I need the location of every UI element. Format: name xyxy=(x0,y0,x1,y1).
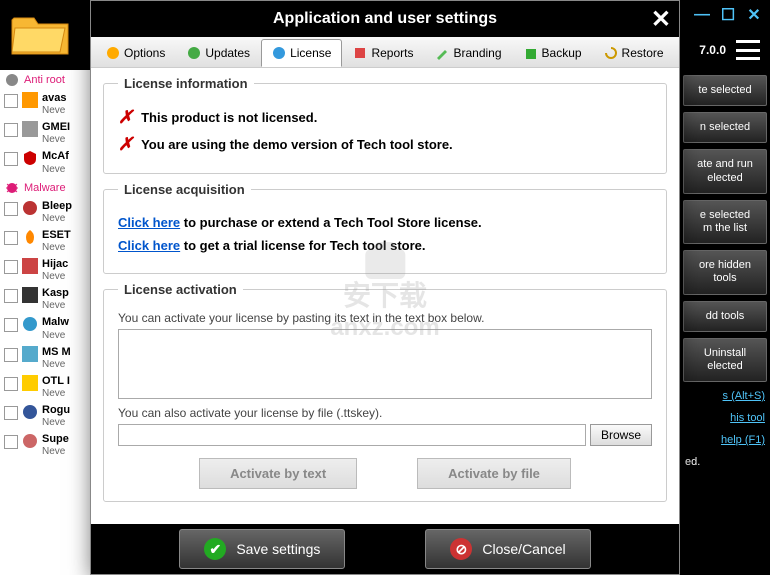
modal-title-text: Application and user settings xyxy=(273,10,497,28)
close-window-icon[interactable]: ✕ xyxy=(744,5,764,25)
modal-close-icon[interactable]: ✕ xyxy=(651,5,671,34)
tool-item-bleep[interactable]: BleepNeve xyxy=(0,198,95,227)
license-acquisition-group: License acquisition Click here to purcha… xyxy=(103,182,667,274)
tool-item-gmer[interactable]: GMEINeve xyxy=(0,119,95,148)
tool-item-hijack[interactable]: HijacNeve xyxy=(0,256,95,285)
license-act-legend: License activation xyxy=(118,282,243,297)
sidebar-right: te selected n selected ate and run elect… xyxy=(680,70,770,575)
modal-titlebar: Application and user settings ✕ xyxy=(91,1,679,37)
section-anti-root: Anti root xyxy=(0,70,95,90)
tool-item-avast[interactable]: avasNeve xyxy=(0,90,95,119)
app-logo-folder-icon xyxy=(10,8,70,58)
checkbox[interactable] xyxy=(4,318,18,332)
checkbox[interactable] xyxy=(4,123,18,137)
tool-item-rogue[interactable]: RoguNeve xyxy=(0,402,95,431)
license-info-legend: License information xyxy=(118,76,254,91)
checkbox[interactable] xyxy=(4,152,18,166)
update-selected-button[interactable]: te selected xyxy=(683,75,767,106)
tool-item-malwarebytes[interactable]: MalwNeve xyxy=(0,314,95,343)
tabbar: Options Updates License Reports Branding… xyxy=(91,37,679,68)
remove-selected-button[interactable]: e selected m the list xyxy=(683,200,767,244)
restore-hidden-button[interactable]: ore hidden tools xyxy=(683,250,767,294)
file-label: You can also activate your license by fi… xyxy=(118,406,652,420)
uninstall-selected-button[interactable]: Uninstall elected xyxy=(683,338,767,382)
status-text: ed. xyxy=(683,454,767,470)
sidebar-left: Anti root avasNeve GMEINeve McAfNeve Mal… xyxy=(0,70,95,575)
tab-license[interactable]: License xyxy=(261,39,342,67)
cancel-icon: ⊘ xyxy=(450,538,472,560)
tool-item-msm[interactable]: MS MNeve xyxy=(0,344,95,373)
activate-by-text-button[interactable]: Activate by text xyxy=(199,458,357,489)
license-information-group: License information ✗ This product is not… xyxy=(103,76,667,174)
checkbox[interactable] xyxy=(4,260,18,274)
check-icon: ✔ xyxy=(204,538,226,560)
settings-modal: Application and user settings ✕ Options … xyxy=(90,0,680,575)
tab-branding[interactable]: Branding xyxy=(424,39,512,67)
modal-body: License information ✗ This product is not… xyxy=(91,68,679,524)
checkbox[interactable] xyxy=(4,348,18,362)
tab-options[interactable]: Options xyxy=(95,39,176,67)
demo-version-text: You are using the demo version of Tech t… xyxy=(141,137,453,152)
checkbox[interactable] xyxy=(4,435,18,449)
trial-link[interactable]: Click here xyxy=(118,238,180,253)
checkbox[interactable] xyxy=(4,94,18,108)
license-activation-group: License activation You can activate your… xyxy=(103,282,667,502)
maximize-icon[interactable]: ☐ xyxy=(718,5,738,25)
browse-button[interactable]: Browse xyxy=(590,424,652,446)
tool-item-otl[interactable]: OTL INeve xyxy=(0,373,95,402)
update-run-selected-button[interactable]: ate and run elected xyxy=(683,149,767,193)
settings-link[interactable]: s (Alt+S) xyxy=(683,388,767,404)
checkbox[interactable] xyxy=(4,289,18,303)
x-icon: ✗ xyxy=(118,107,133,128)
checkbox[interactable] xyxy=(4,202,18,216)
tab-reports[interactable]: Reports xyxy=(342,39,424,67)
section-malware: Malware xyxy=(0,178,95,198)
paste-label: You can activate your license by pasting… xyxy=(118,311,652,325)
tool-item-kaspersky[interactable]: KaspNeve xyxy=(0,285,95,314)
tool-item-super[interactable]: SupeNeve xyxy=(0,431,95,460)
checkbox[interactable] xyxy=(4,231,18,245)
tab-backup[interactable]: Backup xyxy=(513,39,593,67)
this-tool-link[interactable]: his tool xyxy=(683,410,767,426)
close-cancel-button[interactable]: ⊘ Close/Cancel xyxy=(425,529,590,569)
license-acq-legend: License acquisition xyxy=(118,182,251,197)
x-icon: ✗ xyxy=(118,134,133,155)
license-file-input[interactable] xyxy=(118,424,586,446)
purchase-link[interactable]: Click here xyxy=(118,215,180,230)
tool-item-eset[interactable]: ESETNeve xyxy=(0,227,95,256)
hamburger-menu-icon[interactable] xyxy=(736,40,760,60)
add-tools-button[interactable]: dd tools xyxy=(683,301,767,332)
checkbox[interactable] xyxy=(4,377,18,391)
checkbox[interactable] xyxy=(4,406,18,420)
modal-footer: ✔ Save settings ⊘ Close/Cancel xyxy=(91,524,679,574)
not-licensed-text: This product is not licensed. xyxy=(141,110,317,125)
version-label: 7.0.0 xyxy=(699,43,726,57)
help-link[interactable]: help (F1) xyxy=(683,432,767,448)
activate-by-file-button[interactable]: Activate by file xyxy=(417,458,571,489)
tab-updates[interactable]: Updates xyxy=(176,39,261,67)
run-selected-button[interactable]: n selected xyxy=(683,112,767,143)
license-text-input[interactable] xyxy=(118,329,652,399)
tab-restore[interactable]: Restore xyxy=(593,39,675,67)
tool-item-mcafee[interactable]: McAfNeve xyxy=(0,148,95,177)
save-settings-button[interactable]: ✔ Save settings xyxy=(179,529,345,569)
minimize-icon[interactable]: — xyxy=(692,5,712,25)
